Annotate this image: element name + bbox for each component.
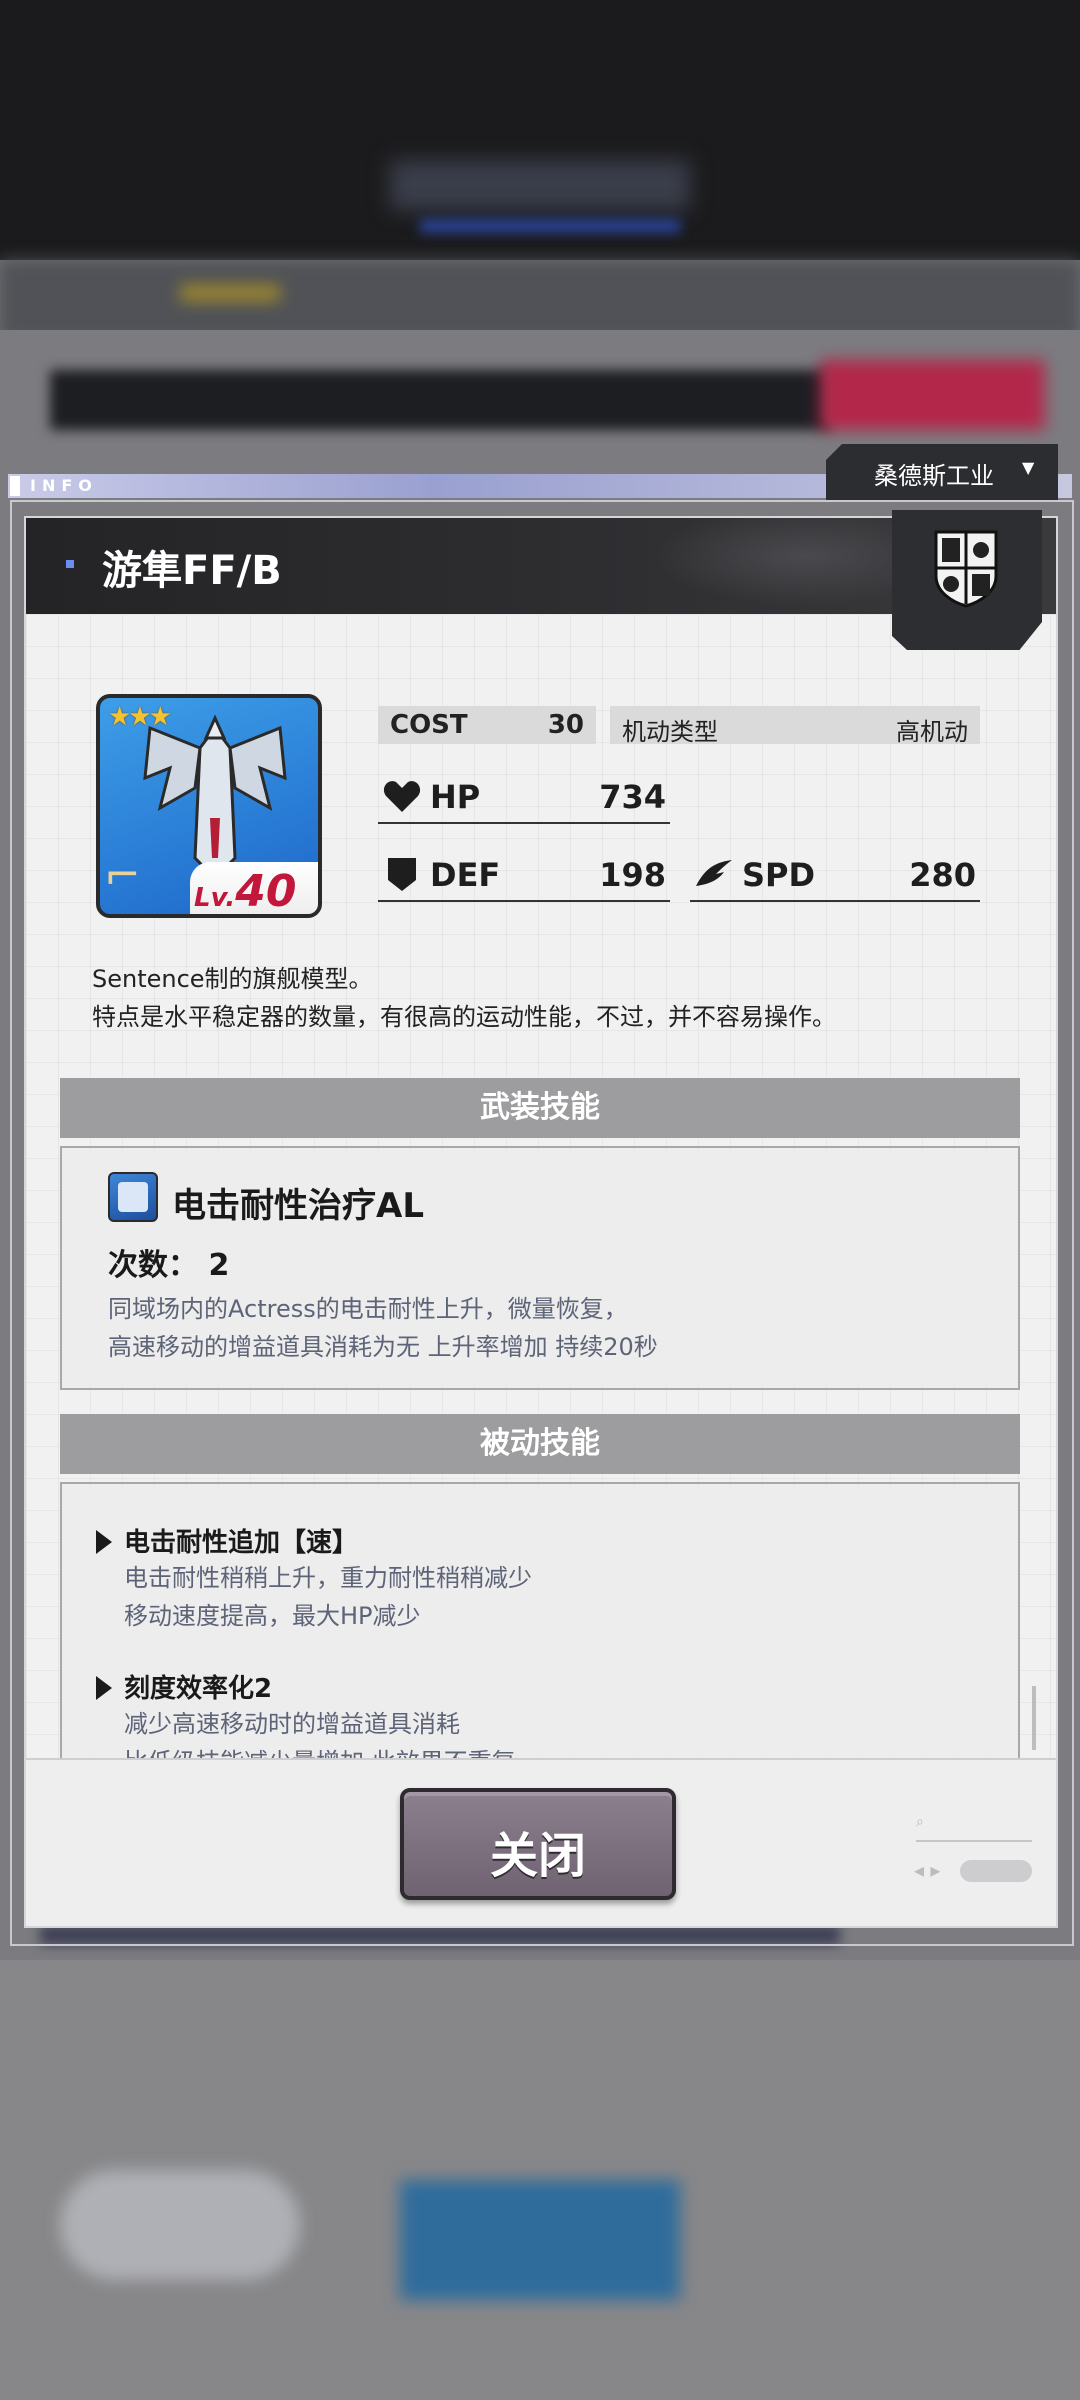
arrows-icon: ◂ ▸ bbox=[914, 1858, 941, 1882]
background-pink-button bbox=[820, 360, 1045, 430]
skill-badge-icon bbox=[108, 1172, 158, 1222]
manufacturer-name: 桑德斯工业 bbox=[874, 462, 994, 490]
boot-icon: ⌐ bbox=[104, 850, 141, 901]
background-tab-band bbox=[0, 260, 1080, 340]
close-button-label: 关闭 bbox=[489, 1828, 586, 1884]
passive-skill-line: 电击耐性稍稍上升，重力耐性稍稍减少 bbox=[124, 1564, 532, 1592]
level-badge: Lv.40 bbox=[190, 862, 318, 917]
spd-value: 280 bbox=[909, 856, 976, 894]
weapon-skill-panel: 电击耐性治疗AL 次数： 2 同域场内的Actress的电击耐性上升，微量恢复，… bbox=[60, 1146, 1020, 1390]
header-bullet bbox=[66, 560, 74, 568]
unit-info-dialog: 游隼FF/B ★★★ ⌐ Lv.40 COST 30 机动类型 高机动 HP 7… bbox=[26, 518, 1056, 1926]
info-marker bbox=[10, 476, 20, 496]
spd-label: SPD bbox=[742, 856, 816, 894]
skill-desc-line: 同域场内的Actress的电击耐性上升，微量恢复， bbox=[108, 1295, 628, 1323]
skill-desc-line: 高速移动的增益道具消耗为无 上升率增加 持续20秒 bbox=[108, 1333, 658, 1361]
triangle-bullet-icon bbox=[96, 1676, 112, 1700]
heart-icon bbox=[383, 781, 421, 812]
def-label: DEF bbox=[430, 856, 501, 894]
description-line: Sentence制的旗舰模型。 bbox=[92, 965, 373, 993]
passive-skill-header: 被动技能 bbox=[60, 1414, 1020, 1474]
level-prefix: Lv. bbox=[194, 883, 236, 913]
background-title-underline bbox=[420, 220, 680, 232]
background-right-button bbox=[400, 2180, 680, 2300]
weapon-skill-name: 电击耐性治疗AL bbox=[172, 1186, 424, 1226]
passive-skill-line: 减少高速移动时的增益道具消耗 bbox=[124, 1710, 460, 1738]
mobility-value: 高机动 bbox=[896, 718, 968, 746]
wing-unit-icon bbox=[143, 714, 287, 875]
crest-shield-icon bbox=[892, 510, 1042, 650]
mobility-stat: 机动类型 高机动 bbox=[610, 706, 980, 746]
passive-skill-title: 电击耐性追加【速】 bbox=[124, 1528, 359, 1558]
background-tab-highlight bbox=[180, 285, 280, 301]
level-value: 40 bbox=[235, 866, 297, 917]
mini-search-decoration: ⌕ bbox=[916, 1814, 1032, 1842]
info-label: INFO bbox=[30, 476, 98, 495]
wing-speed-icon bbox=[696, 860, 732, 886]
description-line: 特点是水平稳定器的数量，有很高的运动性能，不过，并不容易操作。 bbox=[92, 1003, 836, 1031]
caret-down-icon: ▼ bbox=[1022, 458, 1035, 477]
def-stat: DEF 198 bbox=[378, 850, 670, 902]
def-value: 198 bbox=[599, 856, 666, 894]
mini-pill-decoration bbox=[960, 1860, 1032, 1882]
background-left-button bbox=[60, 2170, 300, 2280]
emblem-shield bbox=[934, 530, 998, 608]
weapon-skill-description: 同域场内的Actress的电击耐性上升，微量恢复， 高速移动的增益道具消耗为无 … bbox=[108, 1290, 658, 1366]
manufacturer-dropdown[interactable]: 桑德斯工业 ▼ bbox=[826, 444, 1058, 500]
weapon-skill-count: 次数： 2 bbox=[108, 1248, 230, 1283]
dialog-footer: 关闭 ⌕ ◂ ▸ bbox=[26, 1758, 1056, 1926]
search-icon: ⌕ bbox=[916, 1814, 924, 1830]
unit-portrait-card: ★★★ ⌐ Lv.40 bbox=[96, 694, 322, 918]
cost-value: 30 bbox=[547, 710, 584, 740]
hp-value: 734 bbox=[599, 778, 666, 816]
passive-skill-item: 电击耐性追加【速】 电击耐性稍稍上升，重力耐性稍稍减少 移动速度提高，最大HP减… bbox=[96, 1522, 532, 1635]
unit-description: Sentence制的旗舰模型。 特点是水平稳定器的数量，有很高的运动性能，不过，… bbox=[92, 960, 836, 1036]
passive-scrollbar[interactable] bbox=[1032, 1686, 1036, 1750]
passive-skill-panel[interactable]: 电击耐性追加【速】 电击耐性稍稍上升，重力耐性稍稍减少 移动速度提高，最大HP减… bbox=[60, 1482, 1020, 1786]
passive-skill-title: 刻度效率化2 bbox=[124, 1674, 273, 1704]
close-button[interactable]: 关闭 bbox=[400, 1788, 676, 1900]
shield-icon bbox=[388, 858, 416, 891]
header-map-decoration bbox=[626, 518, 926, 614]
background-search-bar bbox=[50, 370, 830, 430]
cost-label: COST bbox=[390, 710, 468, 740]
passive-skill-line: 移动速度提高，最大HP减少 bbox=[124, 1602, 421, 1630]
background-title-blur bbox=[390, 160, 690, 210]
hp-stat: HP 734 bbox=[378, 772, 670, 824]
spd-stat: SPD 280 bbox=[690, 850, 980, 902]
unit-title: 游隼FF/B bbox=[102, 548, 282, 594]
triangle-bullet-icon bbox=[96, 1530, 112, 1554]
weapon-skill-header: 武装技能 bbox=[60, 1078, 1020, 1138]
hp-label: HP bbox=[430, 778, 481, 816]
cost-stat: COST 30 bbox=[378, 706, 596, 744]
mobility-label: 机动类型 bbox=[622, 718, 718, 746]
